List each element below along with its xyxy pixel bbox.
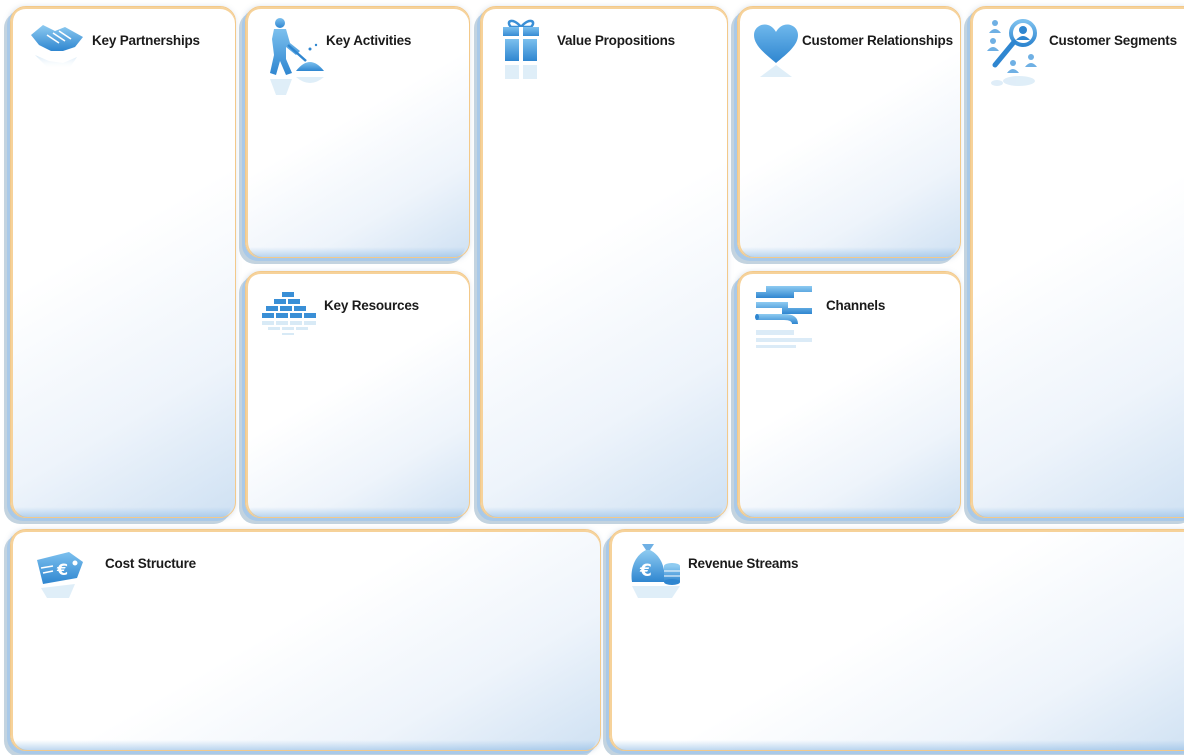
heart-icon [754, 23, 798, 83]
svg-text:€: € [56, 560, 68, 579]
revenue-streams-block[interactable]: € Revenue Streams [609, 529, 1184, 751]
key-activities-block[interactable]: Key Activities [245, 6, 470, 258]
cost-structure-block[interactable]: € Cost Structure [10, 529, 601, 751]
block-title: Customer Relationships [802, 33, 953, 48]
bricks-icon [262, 290, 316, 344]
euro-price-tag-icon: € [35, 548, 85, 604]
customer-segments-block[interactable]: Customer Segments [970, 6, 1184, 518]
block-title: Key Resources [324, 298, 419, 313]
key-partnerships-block[interactable]: Key Partnerships [10, 6, 236, 518]
block-title: Key Activities [326, 33, 412, 48]
gift-icon [501, 17, 541, 89]
handshake-icon [29, 21, 85, 73]
customer-relationships-block[interactable]: Customer Relationships [737, 6, 961, 258]
block-title: Channels [826, 298, 886, 313]
block-title: Revenue Streams [688, 556, 799, 571]
key-resources-block[interactable]: Key Resources [245, 271, 470, 518]
block-title: Key Partnerships [92, 33, 200, 48]
channels-block[interactable]: Channels [737, 271, 961, 518]
worker-shovel-icon [266, 15, 326, 99]
block-title: Customer Segments [1049, 33, 1177, 48]
people-magnifier-icon [987, 17, 1047, 97]
value-propositions-block[interactable]: Value Propositions [480, 6, 728, 518]
euro-money-bag-icon: € [628, 540, 684, 606]
block-title: Value Propositions [557, 33, 675, 48]
block-title: Cost Structure [105, 556, 196, 571]
svg-text:€: € [639, 561, 652, 581]
pipes-icon [754, 284, 814, 354]
